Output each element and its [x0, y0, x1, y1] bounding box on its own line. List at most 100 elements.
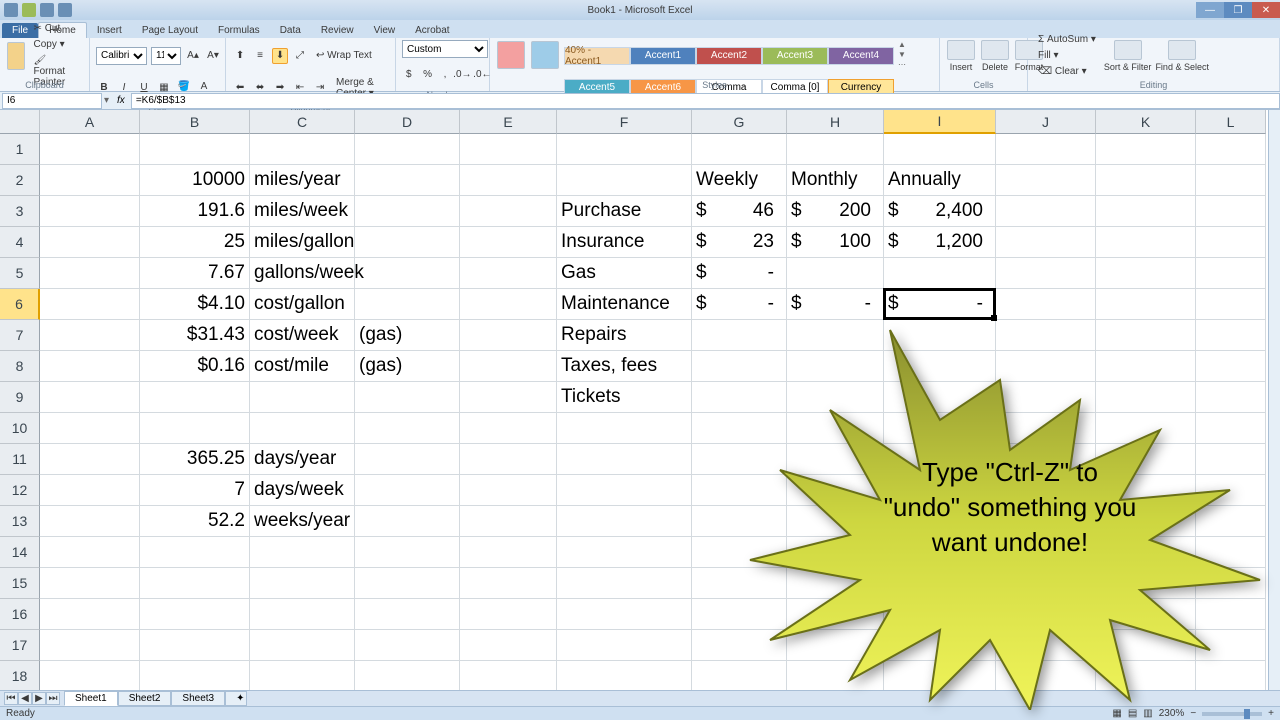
row-header-10[interactable]: 10 [0, 413, 40, 444]
cell-L1[interactable] [1196, 134, 1266, 165]
column-header-K[interactable]: K [1096, 110, 1196, 134]
cell-B12[interactable]: 7 [140, 475, 250, 506]
styles-scroll-up-icon[interactable]: ▲ [898, 40, 906, 49]
cell-E16[interactable] [460, 599, 557, 630]
cell-D1[interactable] [355, 134, 460, 165]
cell-F3[interactable]: Purchase [557, 196, 692, 227]
sheet-nav-last-icon[interactable]: ⏭ [46, 692, 60, 705]
cell-F15[interactable] [557, 568, 692, 599]
cell-H4[interactable]: $100 [787, 227, 884, 258]
row-header-8[interactable]: 8 [0, 351, 40, 382]
fx-icon[interactable]: fx [111, 95, 131, 106]
sheet-nav-prev-icon[interactable]: ◀ [18, 692, 32, 705]
column-header-C[interactable]: C [250, 110, 355, 134]
cell-A12[interactable] [40, 475, 140, 506]
cell-C8[interactable]: cost/mile [250, 351, 355, 382]
cell-E5[interactable] [460, 258, 557, 289]
cell-C1[interactable] [250, 134, 355, 165]
row-header-3[interactable]: 3 [0, 196, 40, 227]
cell-L2[interactable] [1196, 165, 1266, 196]
sheet-tab-sheet3[interactable]: Sheet3 [171, 691, 225, 706]
cell-A17[interactable] [40, 630, 140, 661]
tab-formulas[interactable]: Formulas [208, 23, 270, 38]
cell-B1[interactable] [140, 134, 250, 165]
maximize-button[interactable]: ❐ [1224, 2, 1252, 18]
cell-H1[interactable] [787, 134, 884, 165]
cell-L4[interactable] [1196, 227, 1266, 258]
orientation-icon[interactable]: ⤢ [292, 48, 308, 64]
cell-E11[interactable] [460, 444, 557, 475]
cell-D3[interactable] [355, 196, 460, 227]
decrease-decimal-icon[interactable]: .0← [474, 67, 490, 83]
cell-D15[interactable] [355, 568, 460, 599]
styles-scroll-down-icon[interactable]: ▼ [898, 50, 906, 59]
cell-K3[interactable] [1096, 196, 1196, 227]
cell-F17[interactable] [557, 630, 692, 661]
cell-I5[interactable] [884, 258, 996, 289]
cell-B17[interactable] [140, 630, 250, 661]
cell-B18[interactable] [140, 661, 250, 690]
cell-B15[interactable] [140, 568, 250, 599]
cell-A15[interactable] [40, 568, 140, 599]
cell-B3[interactable]: 191.6 [140, 196, 250, 227]
cell-F18[interactable] [557, 661, 692, 690]
column-header-I[interactable]: I [884, 110, 996, 134]
cell-H2[interactable]: Monthly [787, 165, 884, 196]
cell-E9[interactable] [460, 382, 557, 413]
row-header-17[interactable]: 17 [0, 630, 40, 661]
undo-icon[interactable] [40, 3, 54, 17]
cell-H3[interactable]: $200 [787, 196, 884, 227]
percent-icon[interactable]: % [420, 67, 436, 83]
cell-L5[interactable] [1196, 258, 1266, 289]
cell-A3[interactable] [40, 196, 140, 227]
row-header-18[interactable]: 18 [0, 661, 40, 690]
cell-C13[interactable]: weeks/year [250, 506, 355, 537]
cell-D8[interactable]: (gas) [355, 351, 460, 382]
styles-more-icon[interactable]: ⋯ [898, 60, 906, 69]
cell-I1[interactable] [884, 134, 996, 165]
column-header-G[interactable]: G [692, 110, 787, 134]
tab-data[interactable]: Data [270, 23, 311, 38]
cell-F1[interactable] [557, 134, 692, 165]
cell-F5[interactable]: Gas [557, 258, 692, 289]
row-header-1[interactable]: 1 [0, 134, 40, 165]
column-header-H[interactable]: H [787, 110, 884, 134]
increase-decimal-icon[interactable]: .0→ [454, 67, 470, 83]
cell-F4[interactable]: Insurance [557, 227, 692, 258]
cell-H5[interactable] [787, 258, 884, 289]
cell-J1[interactable] [996, 134, 1096, 165]
cell-A9[interactable] [40, 382, 140, 413]
cell-A10[interactable] [40, 413, 140, 444]
row-header-6[interactable]: 6 [0, 289, 40, 320]
column-header-F[interactable]: F [557, 110, 692, 134]
row-header-7[interactable]: 7 [0, 320, 40, 351]
style-accent4[interactable]: Accent4 [828, 47, 894, 65]
cell-E4[interactable] [460, 227, 557, 258]
tab-insert[interactable]: Insert [87, 23, 132, 38]
cell-E7[interactable] [460, 320, 557, 351]
cell-B8[interactable]: $0.16 [140, 351, 250, 382]
cell-C12[interactable]: days/week [250, 475, 355, 506]
clear-button[interactable]: ⌫ Clear ▾ [1034, 64, 1100, 79]
sheet-nav-first-icon[interactable]: ⏮ [4, 692, 18, 705]
sheet-tab-sheet1[interactable]: Sheet1 [64, 691, 118, 706]
cell-D16[interactable] [355, 599, 460, 630]
cell-A7[interactable] [40, 320, 140, 351]
font-name-select[interactable]: Calibri [96, 47, 147, 65]
cell-E6[interactable] [460, 289, 557, 320]
cell-E17[interactable] [460, 630, 557, 661]
cell-C11[interactable]: days/year [250, 444, 355, 475]
cell-J3[interactable] [996, 196, 1096, 227]
cell-B16[interactable] [140, 599, 250, 630]
cell-K1[interactable] [1096, 134, 1196, 165]
cell-D7[interactable]: (gas) [355, 320, 460, 351]
cell-L3[interactable] [1196, 196, 1266, 227]
cell-J5[interactable] [996, 258, 1096, 289]
select-all-corner[interactable] [0, 110, 40, 134]
cell-A13[interactable] [40, 506, 140, 537]
cell-D18[interactable] [355, 661, 460, 690]
cell-B10[interactable] [140, 413, 250, 444]
number-format-select[interactable]: Custom [402, 40, 488, 58]
cell-A6[interactable] [40, 289, 140, 320]
namebox-dropdown-icon[interactable]: ▾ [102, 95, 111, 106]
